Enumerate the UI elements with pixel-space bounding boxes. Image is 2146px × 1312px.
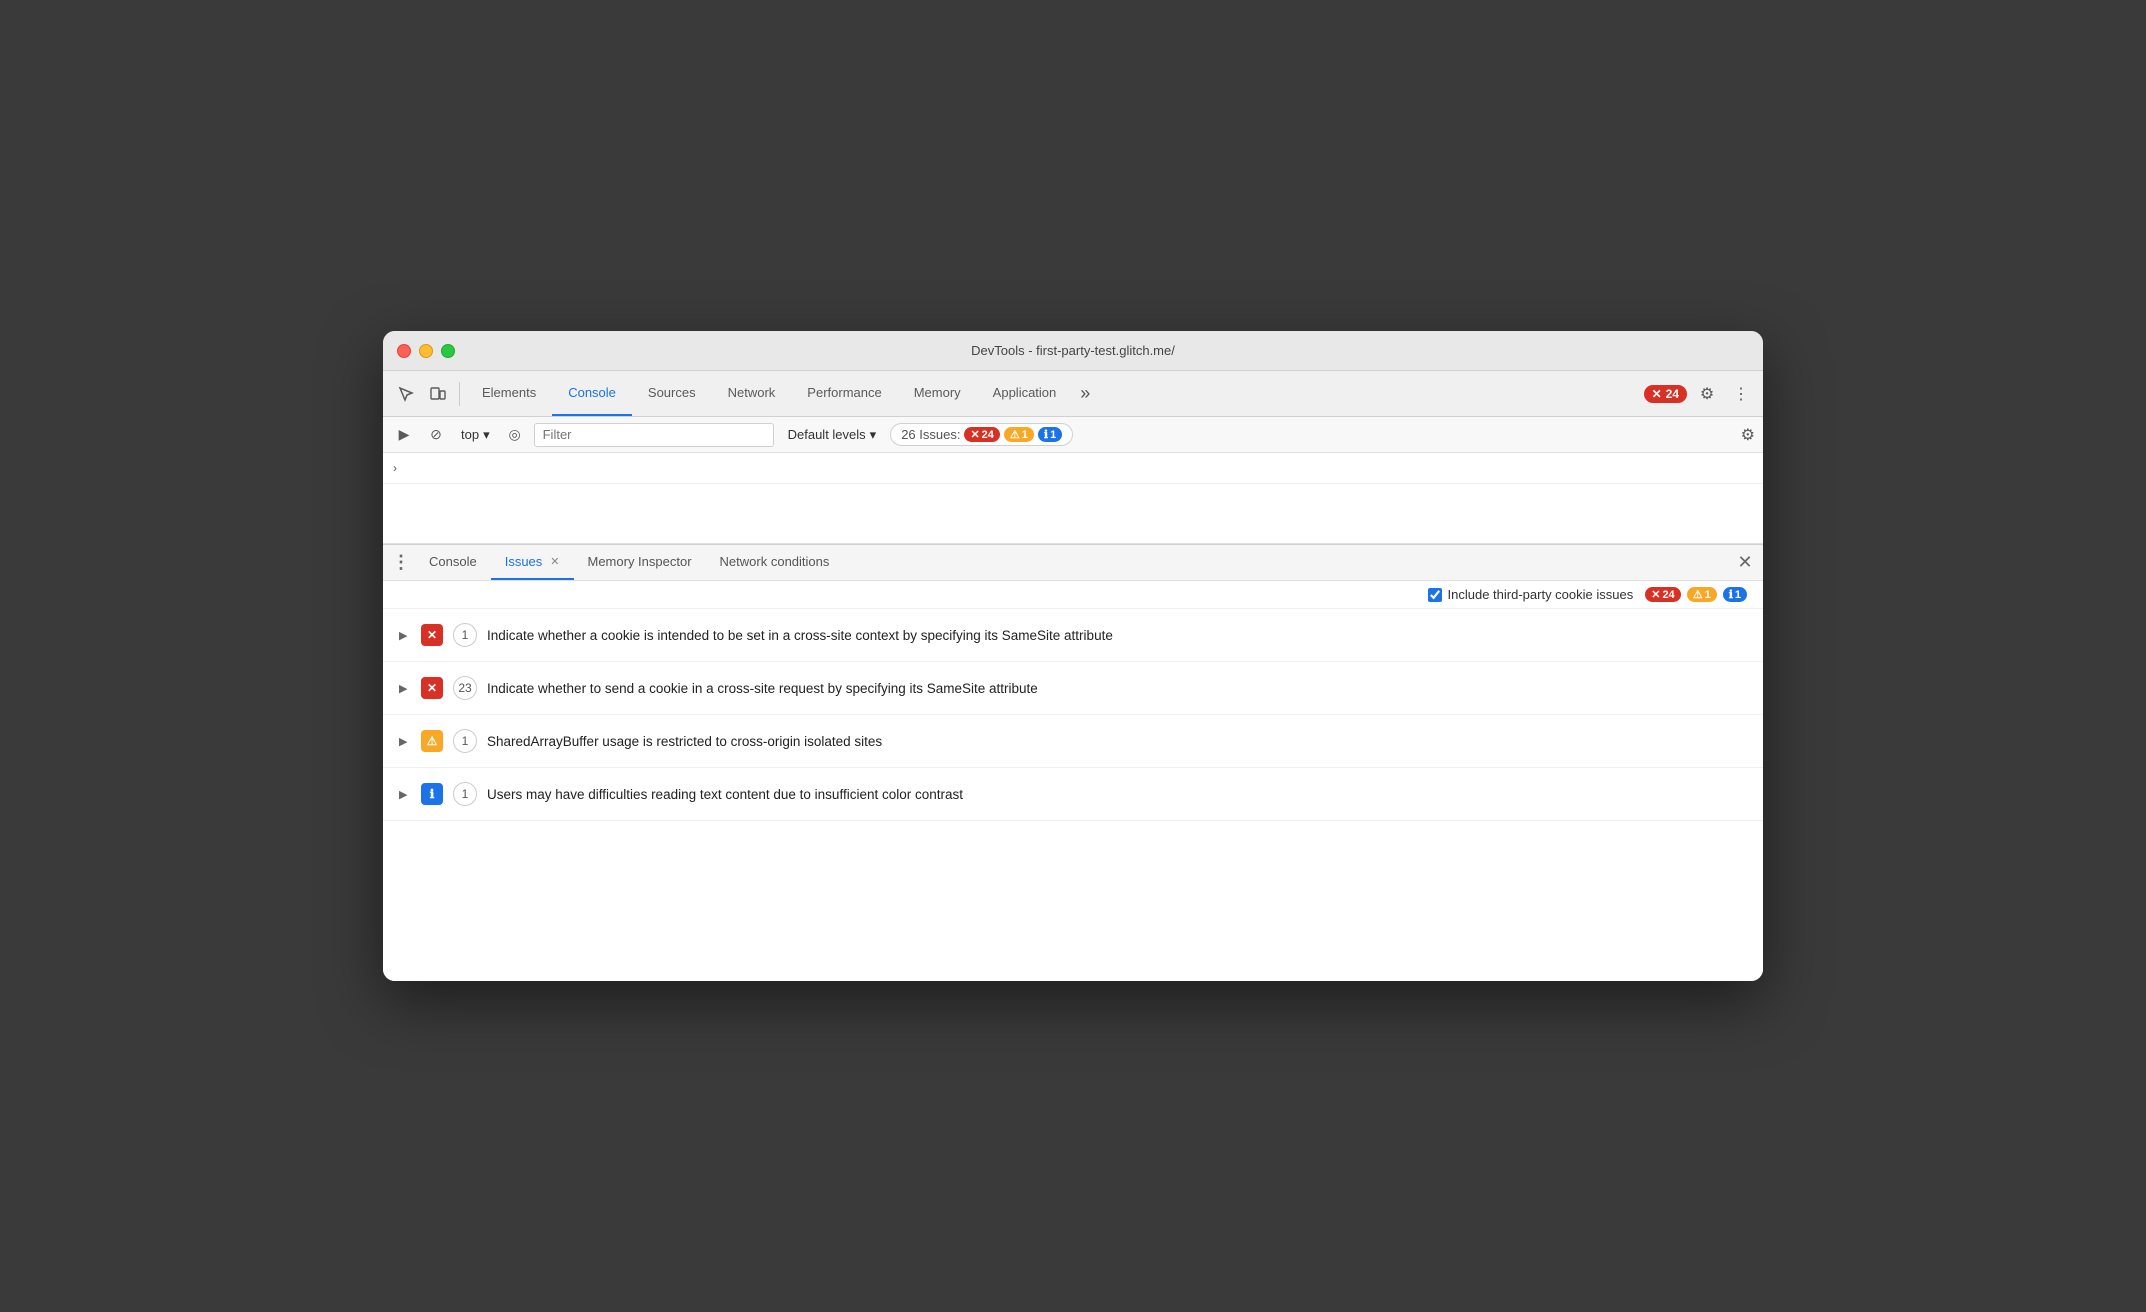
toolbar-right: ✕ 24 ⚙ ⋮ [1644, 380, 1755, 408]
window-title: DevTools - first-party-test.glitch.me/ [971, 343, 1175, 358]
tab-issues-bottom[interactable]: Issues ✕ [491, 545, 574, 580]
context-selector[interactable]: top ▾ [455, 425, 496, 445]
issue-text: Indicate whether to send a cookie in a c… [487, 681, 1038, 696]
issues-list: ▶ ✕ 1 Indicate whether a cookie is inten… [383, 609, 1763, 821]
issue-row[interactable]: ▶ ✕ 23 Indicate whether to send a cookie… [383, 662, 1763, 715]
issue-icon-error: ✕ [421, 624, 443, 646]
bottom-panel: ⋮ Console Issues ✕ Memory Inspector Netw… [383, 544, 1763, 981]
issue-row[interactable]: ▶ ℹ 1 Users may have difficulties readin… [383, 768, 1763, 821]
main-nav-tabs: Elements Console Sources Network Perform… [466, 371, 1642, 416]
issue-icon-info: ℹ [421, 783, 443, 805]
tab-performance[interactable]: Performance [791, 371, 897, 416]
issues-warning-count: ⚠ 1 [1687, 587, 1717, 602]
more-options-button[interactable]: ⋮ [1727, 380, 1755, 408]
tab-console-bottom[interactable]: Console [415, 545, 491, 580]
expand-arrow[interactable]: › [393, 461, 397, 475]
issue-expand-arrow[interactable]: ▶ [399, 682, 411, 695]
log-levels-button[interactable]: Default levels ▾ [780, 425, 885, 445]
issue-text: SharedArrayBuffer usage is restricted to… [487, 734, 882, 749]
error-badge[interactable]: ✕ 24 [1644, 385, 1687, 403]
console-settings-button[interactable]: ⚙ [1741, 425, 1755, 445]
tab-sources[interactable]: Sources [632, 371, 712, 416]
issue-count: 1 [453, 782, 477, 806]
filter-input[interactable] [534, 423, 774, 447]
issues-count-badge[interactable]: 26 Issues: ✕ 24 ⚠ 1 ℹ 1 [890, 423, 1073, 446]
eye-button[interactable]: ◎ [502, 422, 528, 448]
clear-button[interactable]: ⊘ [423, 422, 449, 448]
close-issues-tab-button[interactable]: ✕ [550, 555, 559, 568]
execute-button[interactable]: ▶ [391, 422, 417, 448]
third-party-checkbox[interactable] [1428, 588, 1442, 602]
settings-button[interactable]: ⚙ [1693, 380, 1721, 408]
error-count-badge: ✕ 24 [964, 427, 999, 442]
tab-memory-inspector-bottom[interactable]: Memory Inspector [574, 545, 706, 580]
maximize-button[interactable] [441, 344, 455, 358]
inspect-element-button[interactable] [391, 379, 421, 409]
console-toolbar: ▶ ⊘ top ▾ ◎ Default levels ▾ 26 Issues: … [383, 417, 1763, 453]
more-tabs-button[interactable]: » [1072, 371, 1098, 416]
info-count-badge: ℹ 1 [1038, 427, 1062, 442]
console-expand-area: › [383, 453, 1763, 484]
tab-memory[interactable]: Memory [898, 371, 977, 416]
minimize-button[interactable] [419, 344, 433, 358]
issue-expand-arrow[interactable]: ▶ [399, 735, 411, 748]
bottom-more-button[interactable]: ⋮ [387, 549, 415, 577]
issue-count: 1 [453, 623, 477, 647]
close-button[interactable] [397, 344, 411, 358]
device-toggle-button[interactable] [423, 379, 453, 409]
issue-count: 23 [453, 676, 477, 700]
close-bottom-panel-button[interactable]: ✕ [1731, 549, 1759, 577]
title-bar: DevTools - first-party-test.glitch.me/ [383, 331, 1763, 371]
issue-expand-arrow[interactable]: ▶ [399, 788, 411, 801]
traffic-lights [397, 344, 455, 358]
issue-count: 1 [453, 729, 477, 753]
tab-network-conditions-bottom[interactable]: Network conditions [706, 545, 844, 580]
issues-toolbar: Include third-party cookie issues ✕ 24 ⚠… [383, 581, 1763, 609]
issues-info-count: ℹ 1 [1723, 587, 1747, 602]
tab-network[interactable]: Network [712, 371, 792, 416]
tab-application[interactable]: Application [977, 371, 1073, 416]
devtools-window: DevTools - first-party-test.glitch.me/ E… [383, 331, 1763, 981]
third-party-checkbox-label[interactable]: Include third-party cookie issues [1428, 587, 1634, 602]
main-toolbar: Elements Console Sources Network Perform… [383, 371, 1763, 417]
issues-error-count: ✕ 24 [1645, 587, 1680, 602]
console-body [383, 484, 1763, 544]
toolbar-divider-1 [459, 382, 460, 406]
issue-text: Users may have difficulties reading text… [487, 787, 963, 802]
issues-empty-area [383, 821, 1763, 981]
issue-expand-arrow[interactable]: ▶ [399, 629, 411, 642]
warning-count-badge: ⚠ 1 [1004, 427, 1034, 442]
issue-row[interactable]: ▶ ✕ 1 Indicate whether a cookie is inten… [383, 609, 1763, 662]
tab-elements[interactable]: Elements [466, 371, 552, 416]
issues-summary-counts: ✕ 24 ⚠ 1 ℹ 1 [1645, 587, 1747, 602]
issue-text: Indicate whether a cookie is intended to… [487, 628, 1113, 643]
bottom-tabs-bar: ⋮ Console Issues ✕ Memory Inspector Netw… [383, 545, 1763, 581]
issue-icon-warning: ⚠ [421, 730, 443, 752]
issue-row[interactable]: ▶ ⚠ 1 SharedArrayBuffer usage is restric… [383, 715, 1763, 768]
tab-console[interactable]: Console [552, 371, 632, 416]
issue-icon-error: ✕ [421, 677, 443, 699]
